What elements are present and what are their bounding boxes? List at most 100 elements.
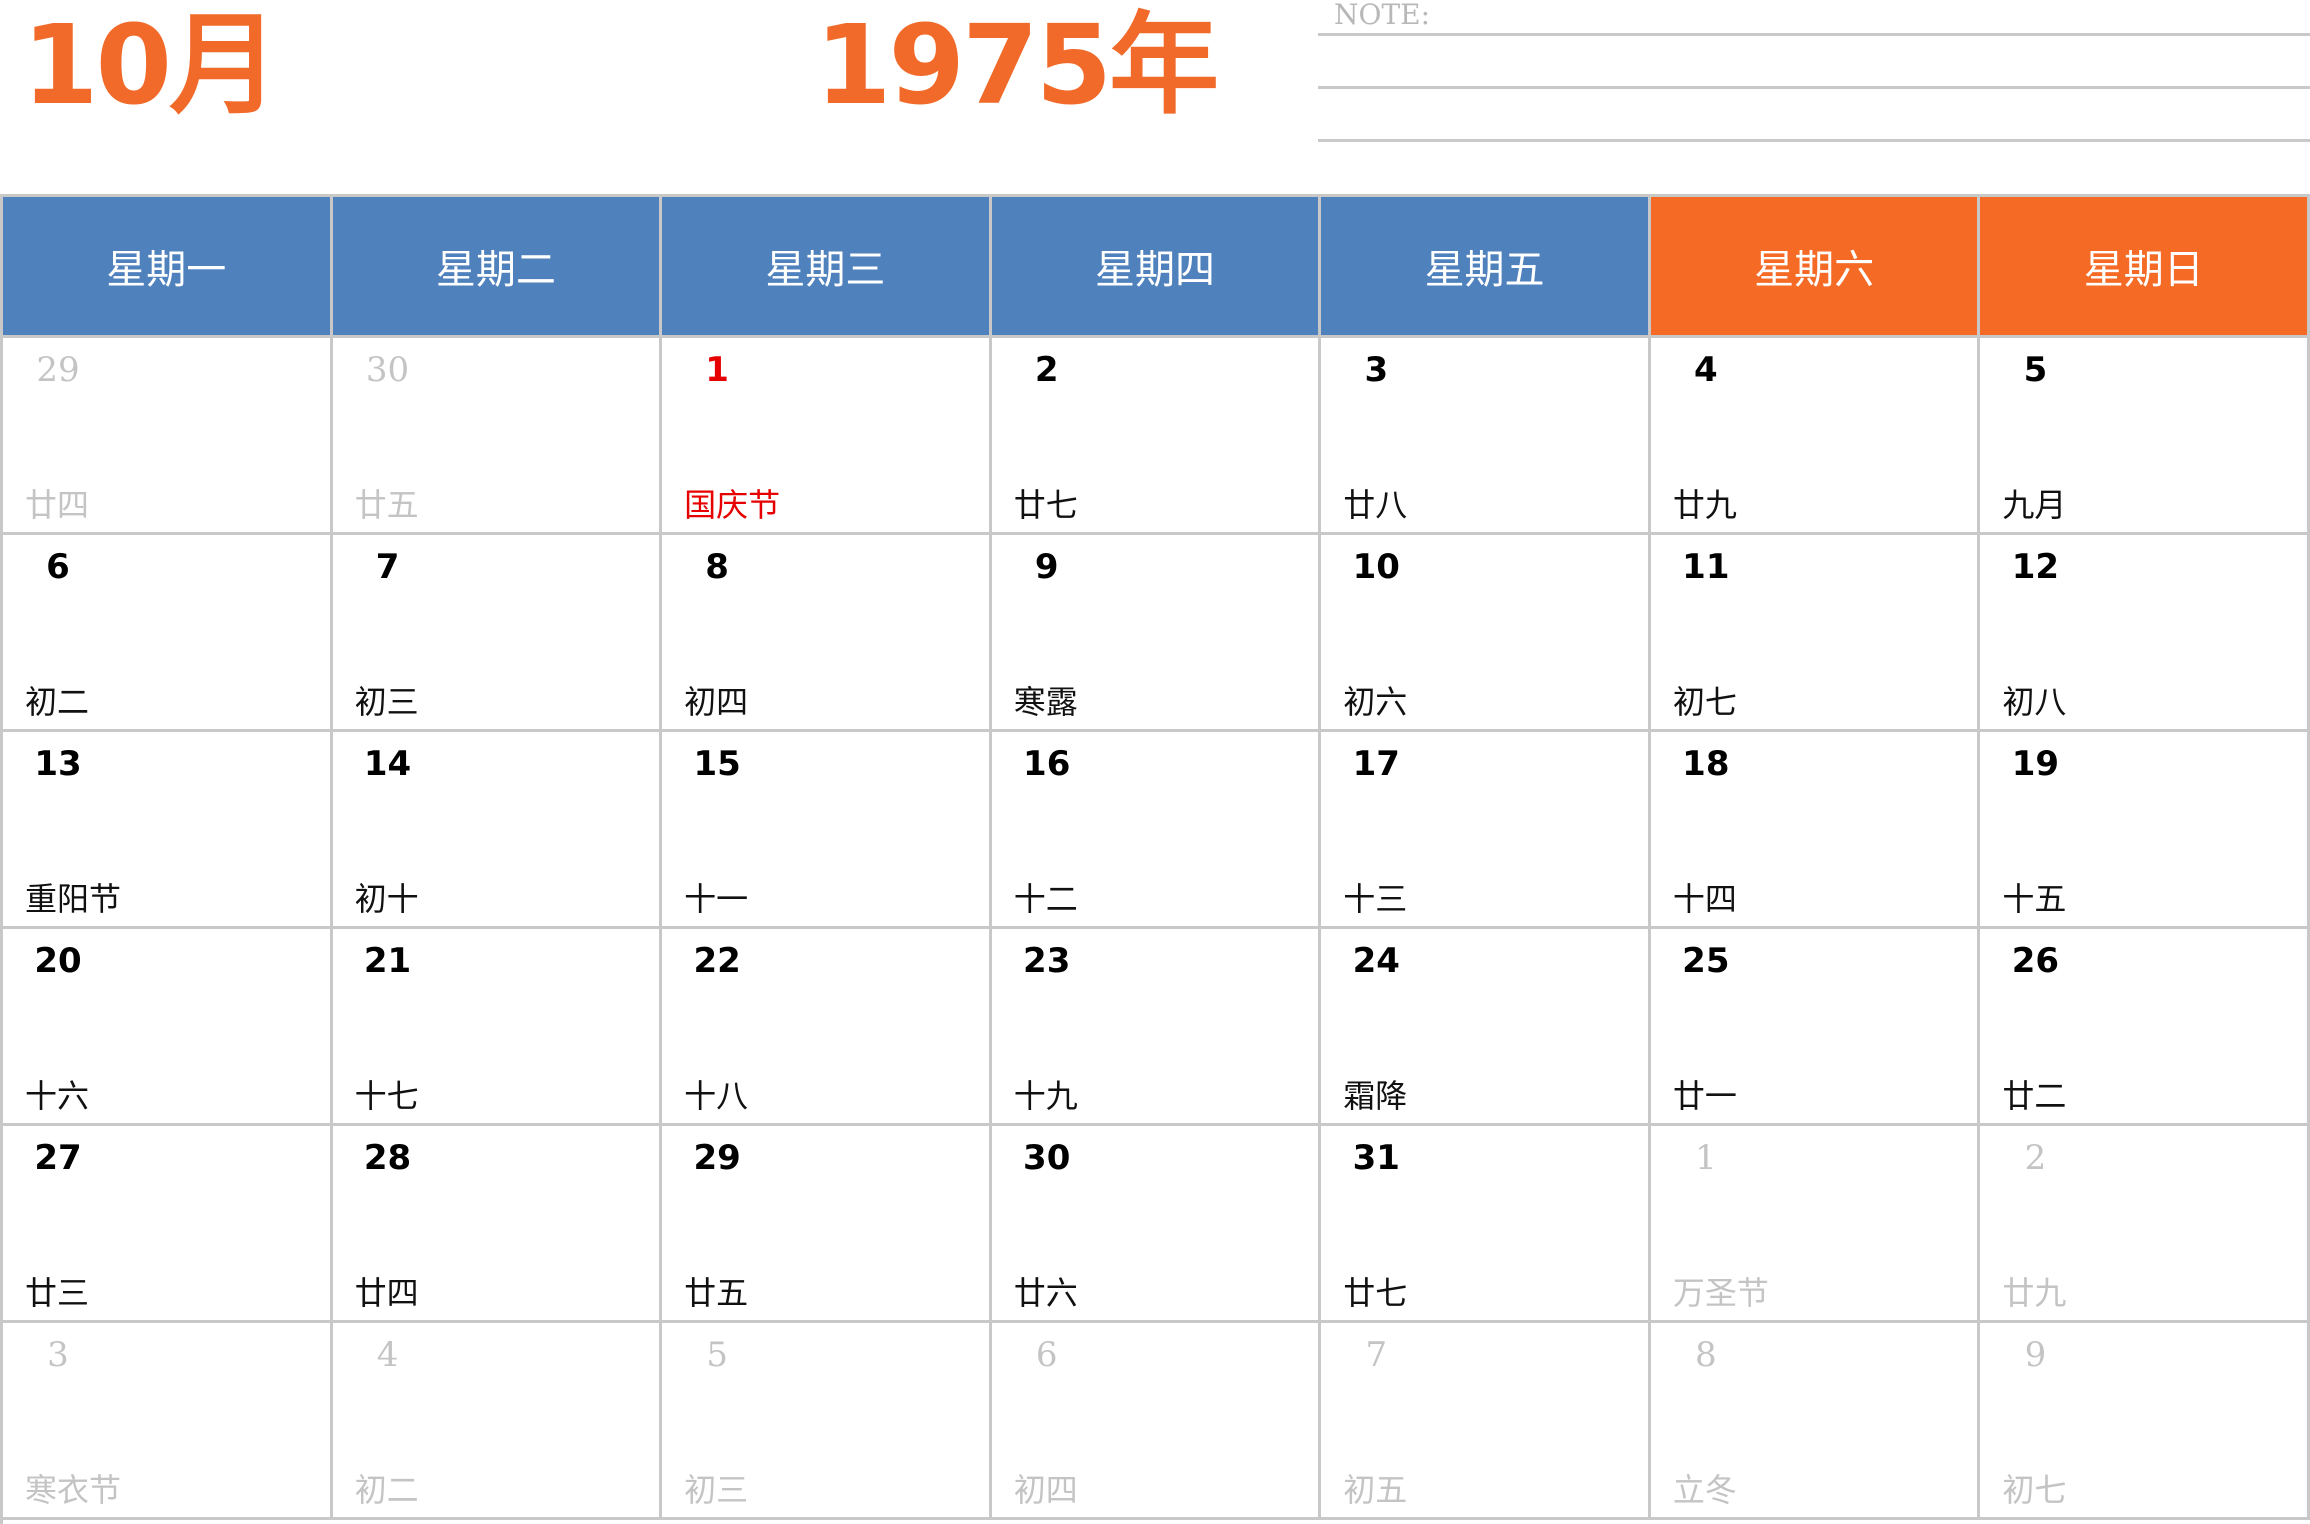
- day-cell: 6 初四: [991, 1323, 1322, 1520]
- day-cell: 4 廿九: [1650, 338, 1981, 535]
- day-number: 17: [1352, 744, 1400, 784]
- day-cell: 9 寒露: [991, 535, 1322, 732]
- lunar-date: 寒衣节: [25, 1471, 122, 1509]
- day-number: 13: [34, 744, 82, 784]
- day-number: 21: [363, 941, 412, 981]
- day-cell: 17 十三: [1321, 732, 1651, 929]
- lunar-date: 廿九: [1672, 486, 1737, 524]
- day-number: 11: [1682, 547, 1730, 587]
- day-cell: 3 廿八: [1321, 338, 1651, 535]
- day-cell: 8 初四: [662, 535, 992, 732]
- day-cell: 13 重阳节: [3, 732, 333, 929]
- day-cell: 26 廿二: [1980, 929, 2310, 1126]
- day-number: 9: [1034, 547, 1059, 587]
- day-number: 4: [376, 1335, 399, 1375]
- day-number: 5: [706, 1335, 728, 1375]
- lunar-date: 初六: [1343, 683, 1408, 721]
- lunar-date: 廿四: [354, 1274, 419, 1312]
- day-number: 8: [1695, 1335, 1717, 1375]
- lunar-date: 十二: [1013, 880, 1078, 918]
- day-cell: 18 十四: [1650, 732, 1981, 929]
- lunar-date: 廿三: [25, 1274, 90, 1312]
- lunar-date: 立冬: [1672, 1471, 1737, 1509]
- lunar-date: 九月: [2002, 486, 2067, 524]
- day-cell: 3 寒衣节: [3, 1323, 333, 1520]
- day-cell: 24 霜降: [1321, 929, 1651, 1126]
- day-cell: 27 廿三: [3, 1126, 333, 1323]
- day-number: 6: [46, 547, 70, 587]
- day-number: 6: [1035, 1335, 1058, 1375]
- day-cell: 23 十九: [991, 929, 1322, 1126]
- weekday-header: 星期四: [991, 197, 1322, 338]
- day-cell: 22 十八: [662, 929, 992, 1126]
- lunar-date: 廿五: [354, 486, 419, 524]
- lunar-date: 初五: [1343, 1471, 1408, 1509]
- lunar-date: 霜降: [1343, 1077, 1408, 1115]
- day-number: 23: [1023, 941, 1071, 981]
- day-number: 1: [705, 350, 729, 390]
- lunar-date: 十七: [354, 1077, 419, 1115]
- day-cell: 20 十六: [3, 929, 333, 1126]
- day-cell: 1 国庆节: [662, 338, 992, 535]
- day-number: 10: [1352, 547, 1400, 587]
- day-cell: 10 初六: [1321, 535, 1651, 732]
- day-number: 16: [1023, 744, 1071, 784]
- lunar-date: 十五: [2002, 880, 2067, 918]
- lunar-date: 廿四: [25, 486, 90, 524]
- lunar-date: 十四: [1672, 880, 1737, 918]
- lunar-date: 廿八: [1343, 486, 1408, 524]
- weekday-header: 星期二: [332, 197, 663, 338]
- lunar-date: 初十: [354, 880, 419, 918]
- day-number: 2: [2024, 1138, 2047, 1178]
- lunar-date: 十三: [1343, 880, 1408, 918]
- day-number: 29: [693, 1138, 741, 1178]
- day-number: 19: [2011, 744, 2060, 784]
- day-cell: 21 十七: [332, 929, 663, 1126]
- note-line: [1318, 139, 2310, 142]
- day-number: 30: [365, 350, 410, 390]
- lunar-date: 廿九: [2002, 1274, 2067, 1312]
- lunar-date: 初三: [684, 1471, 749, 1509]
- note-line: [1318, 86, 2310, 89]
- day-number: 14: [363, 744, 412, 784]
- lunar-date: 国庆节: [684, 486, 781, 524]
- day-cell: 29 廿五: [662, 1126, 992, 1323]
- day-number: 20: [34, 941, 82, 981]
- lunar-date: 廿七: [1343, 1274, 1408, 1312]
- day-cell: 14 初十: [332, 732, 663, 929]
- lunar-date: 廿五: [684, 1274, 749, 1312]
- day-cell: 8 立冬: [1650, 1323, 1981, 1520]
- day-number: 30: [1023, 1138, 1071, 1178]
- day-number: 3: [1364, 350, 1389, 390]
- calendar-page: 10月 1975年 NOTE: 星期一 星期二 星期三 星期四 星期五 星期六 星期日 29 廿…: [0, 0, 2310, 1524]
- day-cell: 12 初八: [1980, 535, 2310, 732]
- lunar-date: 初三: [354, 683, 419, 721]
- day-number: 29: [36, 350, 80, 390]
- day-cell: 25 廿一: [1650, 929, 1981, 1126]
- day-cell: 6 初二: [3, 535, 333, 732]
- day-cell: 31 廿七: [1321, 1126, 1651, 1323]
- lunar-date: 十一: [684, 880, 749, 918]
- lunar-date: 十六: [25, 1077, 90, 1115]
- weekday-header: 星期五: [1321, 197, 1651, 338]
- year-title: 1975年: [815, 1, 1219, 129]
- day-number: 15: [693, 744, 741, 784]
- day-cell: 19 十五: [1980, 732, 2310, 929]
- day-number: 1: [1695, 1138, 1717, 1178]
- day-number: 5: [2023, 350, 2048, 390]
- day-cell: 7 初五: [1321, 1323, 1651, 1520]
- lunar-date: 初四: [684, 683, 749, 721]
- day-number: 31: [1352, 1138, 1400, 1178]
- lunar-date: 十八: [684, 1077, 749, 1115]
- month-title: 10月: [22, 1, 279, 129]
- day-cell: 7 初三: [332, 535, 663, 732]
- day-number: 4: [1694, 350, 1718, 390]
- day-number: 26: [2011, 941, 2060, 981]
- day-number: 25: [1682, 941, 1730, 981]
- day-cell: 1 万圣节: [1650, 1126, 1981, 1323]
- weekday-header: 星期六: [1650, 197, 1981, 338]
- day-number: 7: [375, 547, 400, 587]
- day-number: 2: [1034, 350, 1059, 390]
- day-number: 18: [1682, 744, 1730, 784]
- lunar-date: 廿二: [2002, 1077, 2067, 1115]
